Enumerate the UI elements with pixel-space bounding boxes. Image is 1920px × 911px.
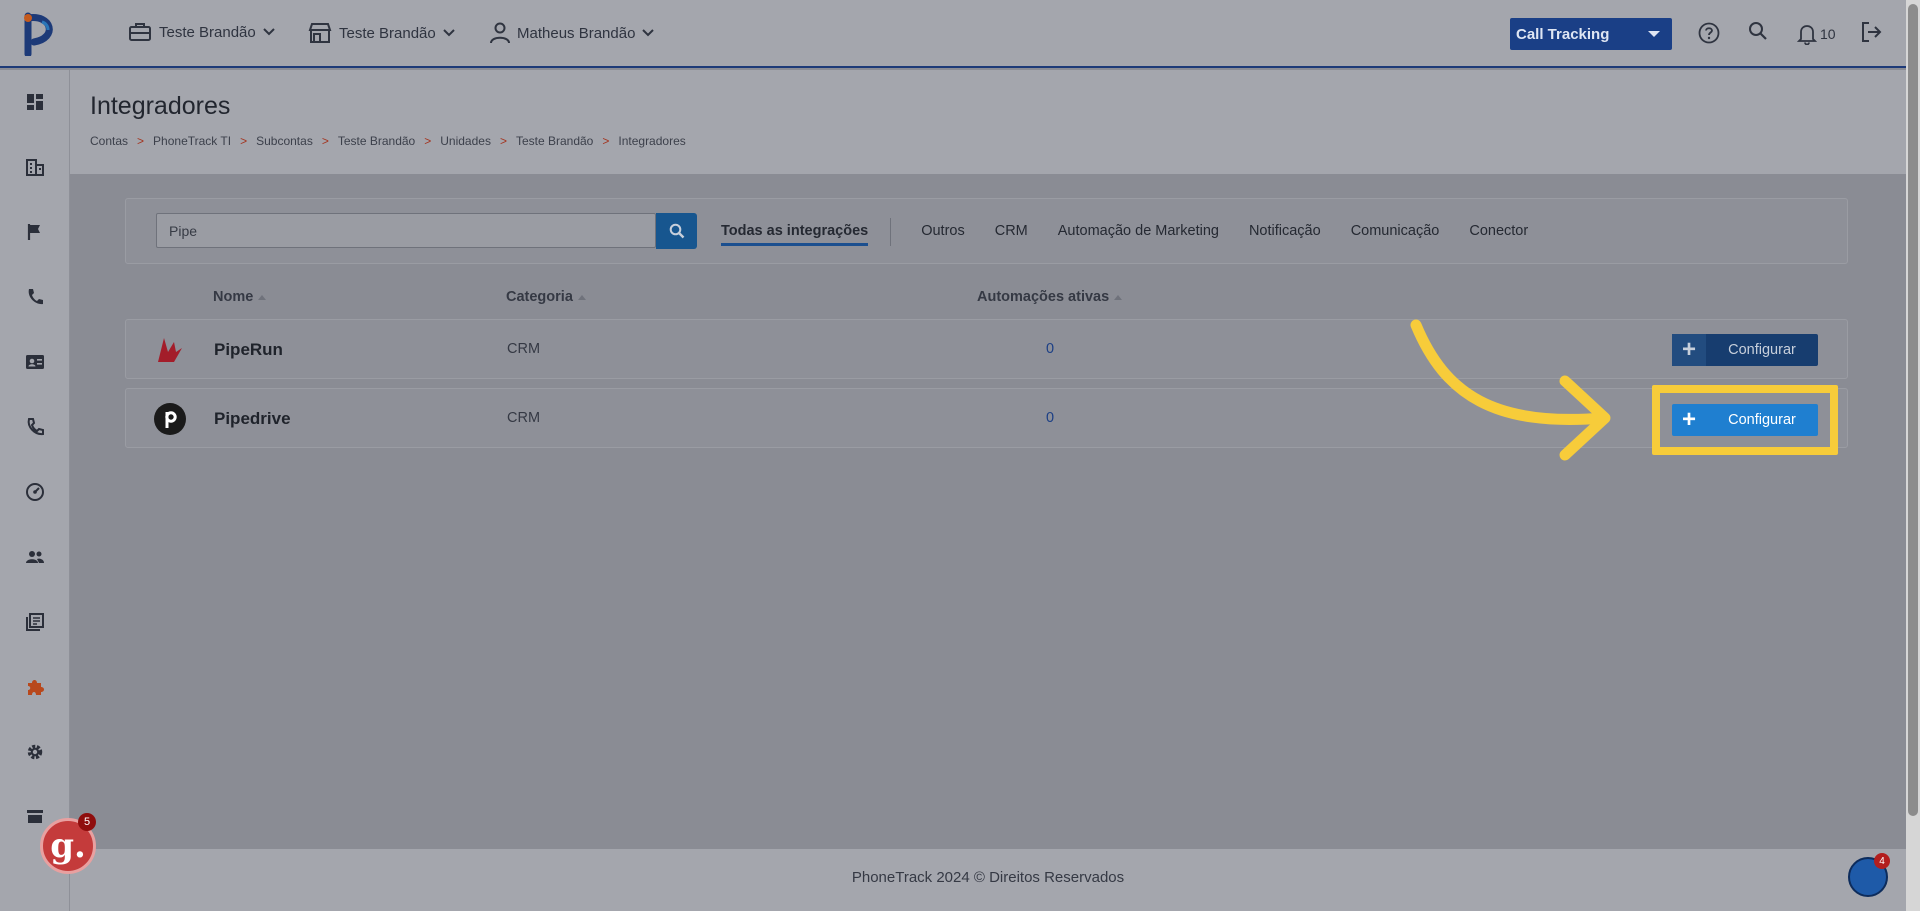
breadcrumb-item-account[interactable]: Teste Brandão <box>338 134 415 148</box>
active-automations-count[interactable]: 0 <box>1046 341 1054 357</box>
user-icon <box>490 22 510 44</box>
tab-marketing-automation[interactable]: Automação de Marketing <box>1058 223 1219 246</box>
configure-button-label: Configurar <box>1728 342 1796 358</box>
scrollbar-thumb[interactable] <box>1908 4 1918 816</box>
breadcrumb: Contas > PhoneTrack TI > Subcontas > Tes… <box>90 134 686 148</box>
phonetrack-logo-icon[interactable] <box>22 12 58 56</box>
phone-outline-icon[interactable] <box>25 417 45 437</box>
integration-category: CRM <box>507 341 541 357</box>
account-menu-label: Teste Brandão <box>159 23 256 41</box>
support-widget-badge: 4 <box>1874 853 1890 869</box>
tab-connector[interactable]: Conector <box>1469 223 1528 246</box>
breadcrumb-separator: > <box>602 134 610 148</box>
gear-icon[interactable] <box>25 742 45 762</box>
guide-widget-badge: 5 <box>78 813 96 831</box>
breadcrumb-separator: > <box>137 134 145 148</box>
plus-icon: + <box>1681 406 1696 433</box>
column-header-label: Automações ativas <box>977 289 1110 305</box>
chevron-down-icon <box>642 29 655 37</box>
contact-card-icon[interactable] <box>25 352 45 372</box>
tutorial-arrow-icon <box>1410 319 1611 461</box>
sort-icon <box>577 294 586 300</box>
store-icon <box>308 23 332 43</box>
search-button[interactable] <box>656 213 697 249</box>
breadcrumb-item-unit[interactable]: Teste Brandão <box>516 134 593 148</box>
briefcase-icon <box>129 23 151 41</box>
tab-divider <box>890 218 892 246</box>
breadcrumb-item-phonetrack[interactable]: PhoneTrack TI <box>153 134 231 148</box>
help-icon[interactable] <box>1698 22 1720 44</box>
pipedrive-logo-icon <box>154 403 186 435</box>
sort-icon <box>258 294 267 300</box>
breadcrumb-item-current: Integradores <box>618 134 686 148</box>
integration-category: CRM <box>507 410 541 426</box>
page-header: Integradores Contas > PhoneTrack TI > Su… <box>70 70 1906 174</box>
logout-icon[interactable] <box>1860 21 1882 43</box>
people-icon[interactable] <box>25 547 45 567</box>
flag-icon[interactable] <box>25 222 45 242</box>
sidebar <box>0 70 70 911</box>
filter-panel: Todas as integrações Outros CRM Automaçã… <box>125 198 1848 264</box>
user-menu[interactable]: Matheus Brandão <box>490 22 655 44</box>
page-title: Integradores <box>90 92 231 120</box>
puzzle-piece-icon[interactable] <box>25 677 45 697</box>
dashboard-icon[interactable] <box>25 92 45 112</box>
product-select-value: Call Tracking <box>1516 25 1610 43</box>
breadcrumb-separator: > <box>424 134 432 148</box>
building-icon[interactable] <box>25 157 45 177</box>
tab-notification[interactable]: Notificação <box>1249 223 1321 246</box>
scrollbar[interactable] <box>1906 0 1920 911</box>
speedometer-icon[interactable] <box>25 482 45 502</box>
active-automations-count[interactable]: 0 <box>1046 410 1054 426</box>
configure-button[interactable]: + Configurar <box>1672 404 1818 436</box>
footer: PhoneTrack 2024 © Direitos Reservados <box>70 849 1906 911</box>
column-header-label: Categoria <box>506 289 573 305</box>
breadcrumb-separator: > <box>321 134 329 148</box>
column-header-active-automations[interactable]: Automações ativas <box>977 289 1123 305</box>
chevron-down-icon <box>263 28 275 36</box>
top-bar: Teste Brandão Teste Brandão Matheus Bran… <box>0 0 1906 68</box>
sort-icon <box>1114 294 1123 300</box>
unit-menu[interactable]: Teste Brandão <box>308 22 455 44</box>
breadcrumb-separator: > <box>240 134 248 148</box>
search-icon[interactable] <box>1748 21 1768 41</box>
column-header-category[interactable]: Categoria <box>506 289 586 305</box>
chevron-down-icon <box>443 29 455 37</box>
column-header-label: Nome <box>213 289 254 305</box>
notification-count: 10 <box>1820 26 1836 42</box>
breadcrumb-item-subcontas[interactable]: Subcontas <box>256 134 313 148</box>
column-header-name[interactable]: Nome <box>213 289 267 305</box>
plus-icon: + <box>1672 334 1706 366</box>
bell-icon[interactable] <box>1797 23 1817 45</box>
storefront-icon[interactable] <box>25 807 45 827</box>
piperun-logo-icon <box>158 338 182 362</box>
unit-menu-label: Teste Brandão <box>339 24 436 42</box>
tab-crm[interactable]: CRM <box>995 223 1028 246</box>
configure-button-label: Configurar <box>1728 412 1796 428</box>
tab-all-integrations[interactable]: Todas as integrações <box>721 223 869 246</box>
product-select[interactable]: Call Tracking <box>1510 18 1672 50</box>
search-icon <box>669 223 684 239</box>
breadcrumb-separator: > <box>499 134 507 148</box>
account-menu[interactable]: Teste Brandão <box>128 22 275 42</box>
phone-icon[interactable] <box>25 287 45 307</box>
integration-name: PipeRun <box>214 340 283 359</box>
library-books-icon[interactable] <box>25 612 45 632</box>
integration-name: Pipedrive <box>214 409 291 428</box>
user-menu-label: Matheus Brandão <box>517 24 636 42</box>
tab-communication[interactable]: Comunicação <box>1351 223 1440 246</box>
caret-down-icon <box>1648 31 1660 37</box>
footer-copyright: PhoneTrack 2024 © Direitos Reservados <box>851 869 1125 886</box>
breadcrumb-item-contas[interactable]: Contas <box>90 134 128 148</box>
category-tabs: Todas as integrações Outros CRM Automaçã… <box>721 218 1558 246</box>
tab-outros[interactable]: Outros <box>921 223 965 246</box>
breadcrumb-item-unidades[interactable]: Unidades <box>440 134 491 148</box>
configure-button[interactable]: + Configurar <box>1672 334 1818 366</box>
search-input[interactable] <box>156 213 656 248</box>
